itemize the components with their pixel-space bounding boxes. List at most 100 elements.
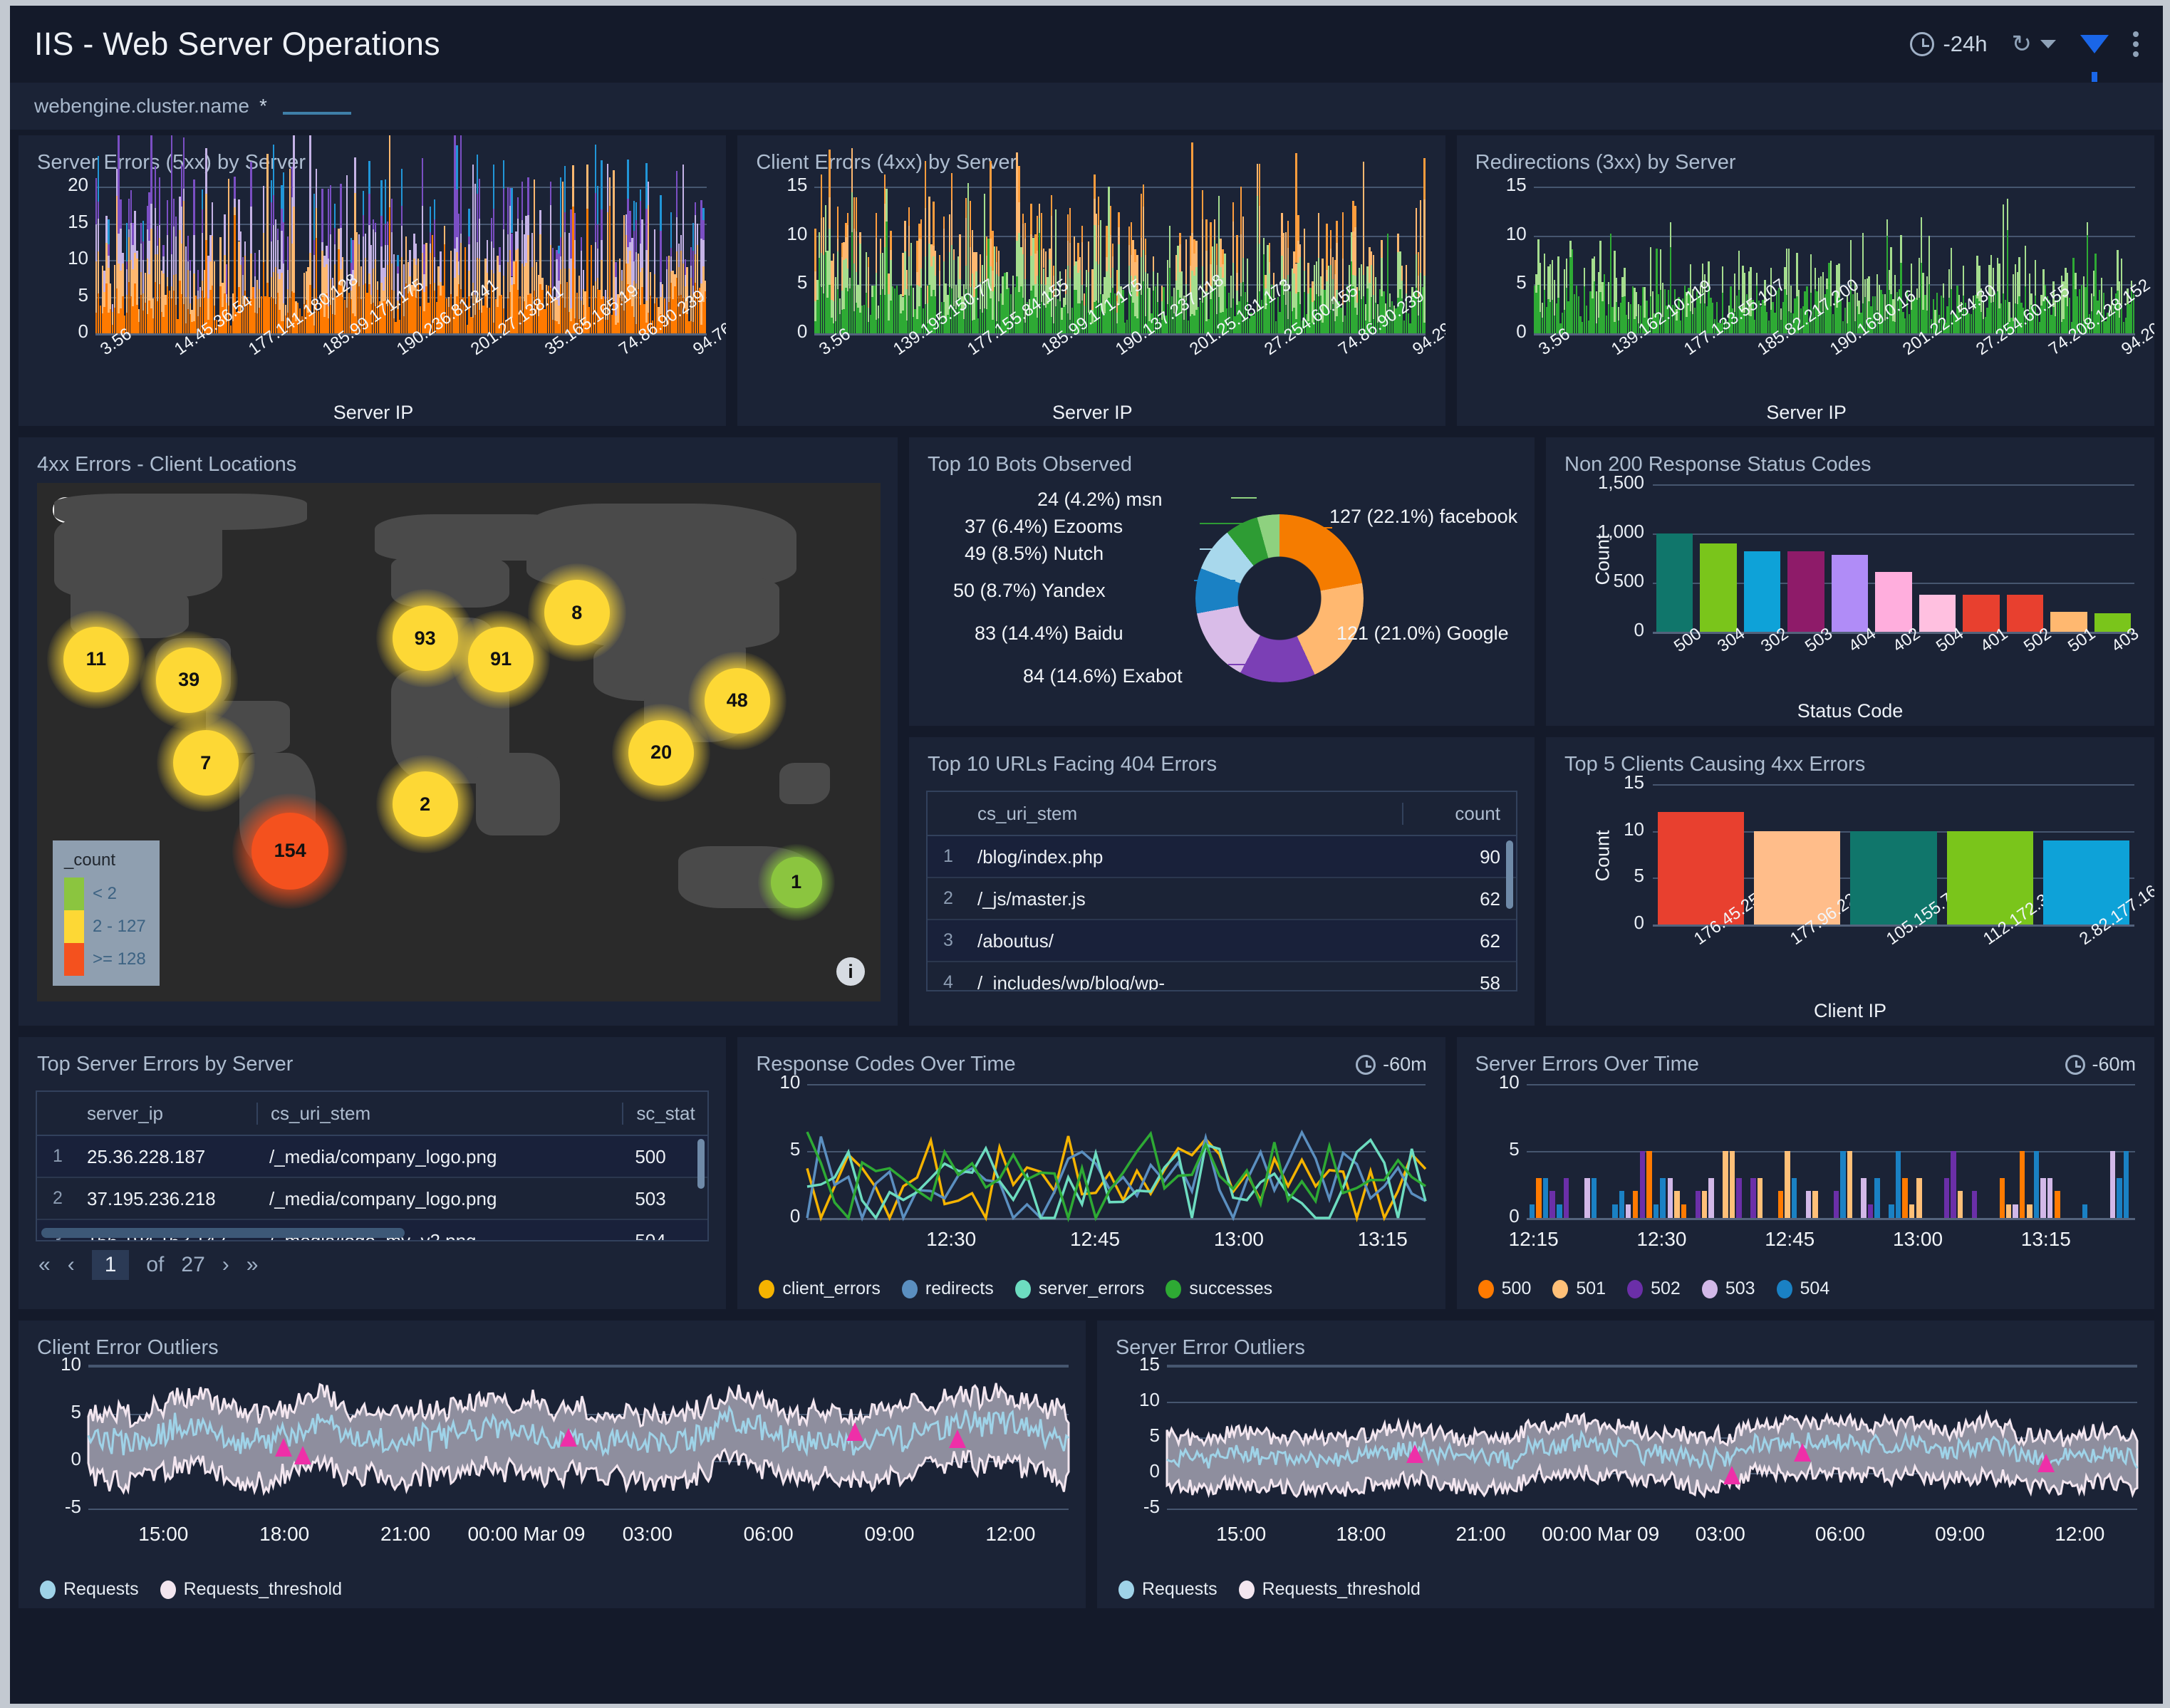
vertical-scrollbar[interactable] <box>697 1139 705 1189</box>
outlier-marker[interactable] <box>1723 1465 1741 1484</box>
map-data-point[interactable]: 1 <box>770 856 822 908</box>
outlier-marker[interactable] <box>2037 1454 2055 1473</box>
legend-item[interactable]: 501 <box>1552 1279 1606 1299</box>
legend-item[interactable]: 502 <box>1627 1279 1681 1299</box>
map-data-point[interactable]: 7 <box>172 730 239 796</box>
bar[interactable] <box>1695 1191 1701 1218</box>
donut-ring[interactable] <box>1195 514 1364 682</box>
legend-item[interactable]: server_errors <box>1014 1279 1144 1299</box>
bar[interactable] <box>1667 1177 1673 1218</box>
bar[interactable] <box>2033 1151 2040 1218</box>
outlier-marker[interactable] <box>559 1428 577 1447</box>
bar[interactable] <box>1951 1151 1956 1218</box>
bar[interactable] <box>1729 1151 1735 1218</box>
outlier-marker[interactable] <box>294 1446 312 1465</box>
table-row[interactable]: 4 /_includes/wp/blog/wp-content/themes/su… <box>928 962 1516 990</box>
bar[interactable] <box>2006 1204 2012 1218</box>
bar[interactable] <box>1549 1191 1555 1218</box>
bar[interactable] <box>1750 1177 1756 1218</box>
map-data-point[interactable]: 11 <box>63 626 129 692</box>
bar[interactable] <box>1708 1177 1714 1218</box>
bar[interactable] <box>1743 551 1781 632</box>
pager-current-page[interactable]: 1 <box>91 1250 130 1280</box>
bar[interactable] <box>1591 1177 1597 1218</box>
bar[interactable] <box>1619 1191 1625 1218</box>
map-data-point[interactable]: 93 <box>392 605 458 672</box>
legend-item[interactable]: Requests <box>1118 1579 1218 1600</box>
bar[interactable] <box>2109 1151 2116 1218</box>
map-data-point[interactable]: 20 <box>628 719 695 786</box>
pager-last-button[interactable]: » <box>246 1253 259 1277</box>
bar[interactable] <box>1831 555 1869 632</box>
bar[interactable] <box>1999 1177 2005 1218</box>
map-canvas[interactable]: mapbox _count < 22 - 127>= 128 i 1139715… <box>37 483 881 1001</box>
table-row[interactable]: 2 37.195.236.218 /_media/company_logo.png 5… <box>37 1178 708 1220</box>
map-data-point[interactable]: 154 <box>251 812 329 890</box>
legend-item[interactable]: Requests <box>40 1579 139 1600</box>
bar[interactable] <box>1971 1191 1978 1218</box>
bar[interactable] <box>1632 1191 1638 1218</box>
bar[interactable] <box>1785 1151 1790 1218</box>
bar[interactable] <box>1700 543 1737 632</box>
bar[interactable] <box>1812 1191 1818 1218</box>
info-icon[interactable]: i <box>836 957 865 986</box>
map-data-point[interactable]: 2 <box>392 771 458 838</box>
map-data-point[interactable]: 8 <box>544 580 610 645</box>
bar[interactable] <box>1681 1204 1687 1218</box>
outlier-marker[interactable] <box>275 1437 293 1457</box>
bar[interactable] <box>2123 1151 2129 1218</box>
bar[interactable] <box>1919 594 1956 632</box>
bar[interactable] <box>1957 1191 1963 1218</box>
bar[interactable] <box>1656 533 1693 632</box>
chevron-down-icon[interactable] <box>2040 40 2056 48</box>
bar[interactable] <box>1529 1204 1535 1218</box>
bar[interactable] <box>1563 1177 1569 1218</box>
bar[interactable] <box>1861 1177 1867 1218</box>
bar[interactable] <box>1702 1191 1708 1218</box>
bar[interactable] <box>1674 1191 1680 1218</box>
urls-404-table[interactable]: cs_uri_stem count 1/blog/index.php 90 2 /_j… <box>926 791 1517 991</box>
legend-item[interactable]: Requests_threshold <box>160 1579 342 1600</box>
pager-first-button[interactable]: « <box>38 1253 51 1277</box>
bar[interactable] <box>2019 1151 2025 1218</box>
bar[interactable] <box>1639 1151 1646 1218</box>
vertical-scrollbar[interactable] <box>1506 840 1513 909</box>
bar[interactable] <box>1757 1177 1763 1218</box>
pager-next-button[interactable]: › <box>222 1253 229 1277</box>
outlier-marker[interactable] <box>1794 1443 1812 1462</box>
bar[interactable] <box>1895 1151 1901 1218</box>
bar[interactable] <box>1963 594 2000 632</box>
bar[interactable] <box>2055 1191 2060 1218</box>
bar[interactable] <box>1787 551 1824 632</box>
filter-input-underline[interactable] <box>282 112 351 115</box>
bar[interactable] <box>2006 595 2044 632</box>
bar[interactable] <box>1584 1177 1590 1218</box>
map-data-point[interactable]: 39 <box>156 647 222 713</box>
legend-item[interactable]: Requests_threshold <box>1238 1579 1421 1600</box>
bar[interactable] <box>1916 1177 1922 1218</box>
bar[interactable] <box>2117 1177 2122 1218</box>
bar[interactable] <box>1902 1177 1908 1218</box>
bar[interactable] <box>1840 1151 1846 1218</box>
bar[interactable] <box>1875 571 1912 632</box>
table-row[interactable]: 2 /_js/master.js 62 <box>928 878 1516 920</box>
bar[interactable] <box>1847 1151 1853 1218</box>
legend-item[interactable]: redirects <box>901 1279 994 1299</box>
pager-prev-button[interactable]: ‹ <box>68 1253 75 1277</box>
horizontal-scrollbar[interactable] <box>41 1228 405 1238</box>
map-data-point[interactable]: 91 <box>468 626 534 692</box>
bar[interactable] <box>1889 1204 1894 1218</box>
bar[interactable] <box>1736 1177 1742 1218</box>
table-row[interactable]: 3/aboutus/62 <box>928 920 1516 962</box>
legend-item[interactable]: client_errors <box>759 1279 881 1299</box>
more-options-button[interactable] <box>2133 31 2139 57</box>
time-range-picker[interactable]: -24h <box>1910 31 1988 57</box>
panel-time-range[interactable]: -60m <box>2065 1053 2136 1076</box>
legend-item[interactable]: 503 <box>1701 1279 1755 1299</box>
legend-item[interactable]: successes <box>1166 1279 1272 1299</box>
top-server-errors-table[interactable]: server_ip cs_uri_stem sc_stat 1 25.36.228… <box>36 1090 710 1241</box>
bar[interactable] <box>1653 1204 1659 1218</box>
bar[interactable] <box>1791 1177 1797 1218</box>
table-row[interactable]: 1/blog/index.php 90 <box>928 836 1516 878</box>
legend-item[interactable]: 500 <box>1478 1279 1531 1299</box>
